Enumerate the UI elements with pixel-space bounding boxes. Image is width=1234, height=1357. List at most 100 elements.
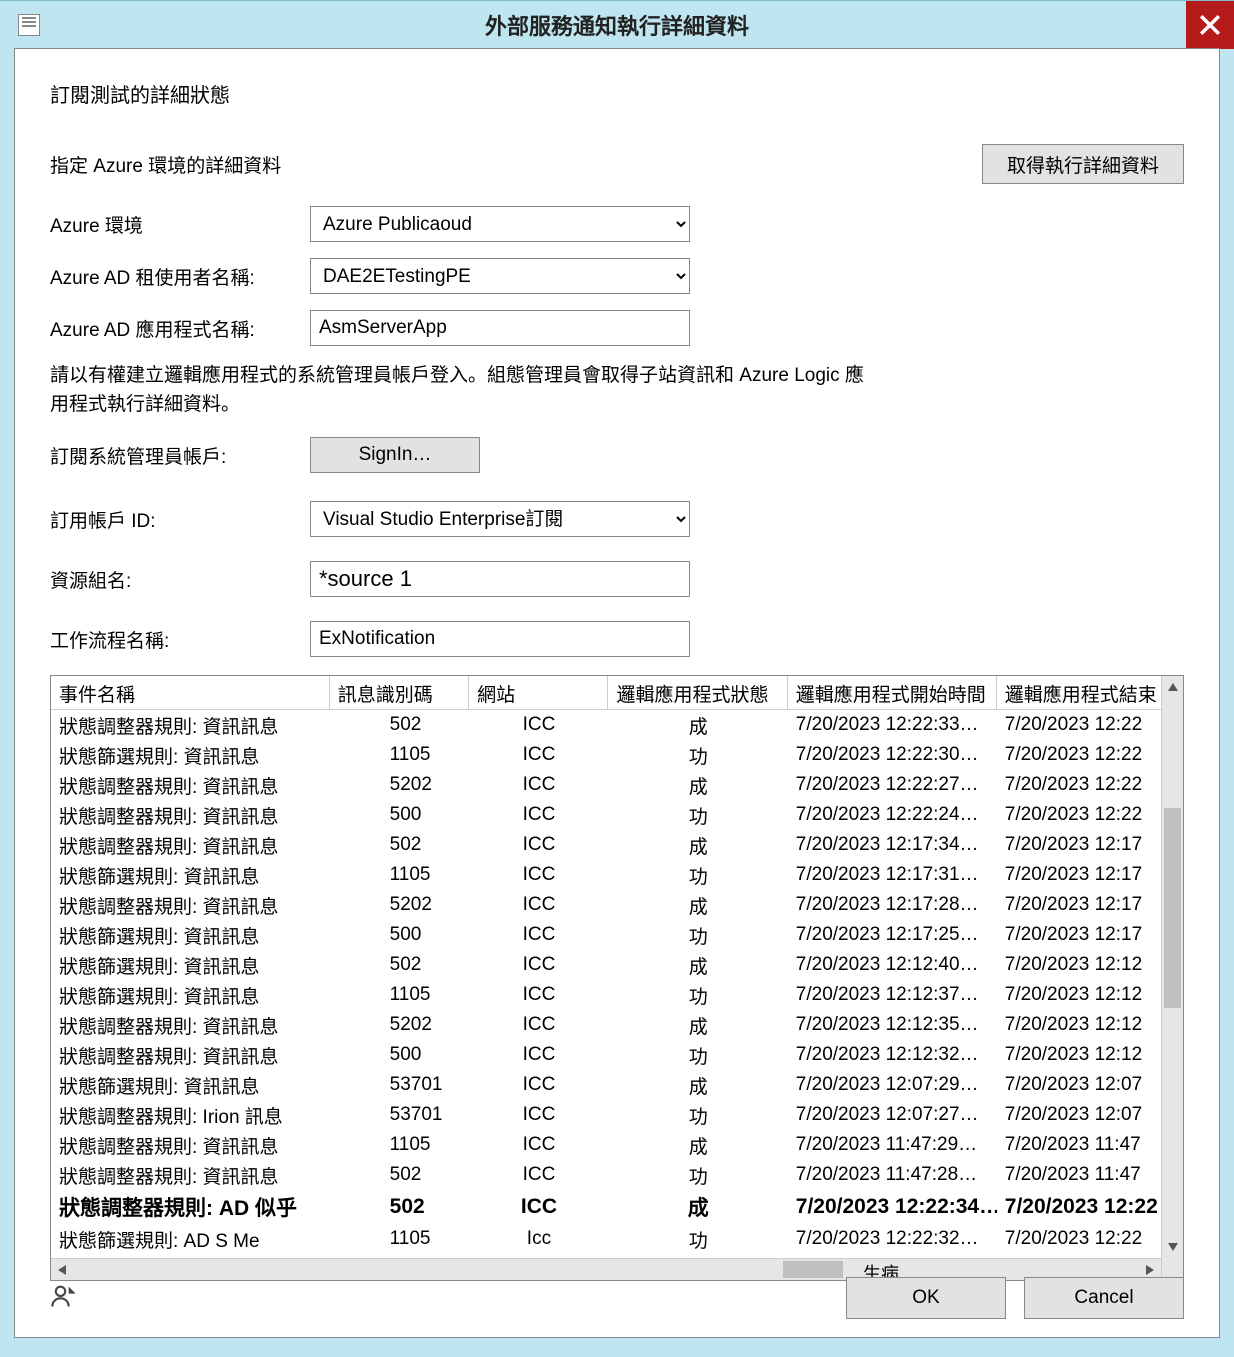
- table-cell: 7/20/2023 12:22:27…: [788, 774, 997, 796]
- col-event-name[interactable]: 事件名稱: [51, 676, 330, 709]
- table-cell: 500: [330, 924, 470, 946]
- table-row[interactable]: 狀態調整器規則: Irion 訊息53701ICC功7/20/2023 12:0…: [51, 1100, 1161, 1130]
- get-details-button[interactable]: 取得執行詳細資料: [982, 144, 1184, 184]
- feedback-icon[interactable]: [50, 1282, 78, 1315]
- tenant-select[interactable]: DAE2ETestingPE: [310, 258, 690, 294]
- table-cell: ICC: [469, 744, 608, 766]
- table-row[interactable]: 狀態調整器規則: 資訊訊息502ICC功7/20/2023 11:47:28…7…: [51, 1160, 1161, 1190]
- table-cell: 500: [330, 1044, 470, 1066]
- table-cell: 5202: [330, 1014, 470, 1036]
- table-cell: ICC: [469, 894, 608, 916]
- col-site[interactable]: 網站: [469, 676, 608, 709]
- tenant-label: Azure AD 租使用者名稱:: [50, 263, 310, 290]
- ok-button[interactable]: OK: [846, 1277, 1006, 1319]
- table-row[interactable]: 狀態調整器規則: 資訊訊息5202ICC成7/20/2023 12:17:28……: [51, 890, 1161, 920]
- table-cell: Icc: [469, 1228, 608, 1250]
- table-cell: 狀態調整器規則: 資訊訊息: [51, 712, 330, 739]
- table-cell: 7/20/2023 12:17:28…: [788, 894, 997, 916]
- col-start-time[interactable]: 邏輯應用程式開始時間: [788, 676, 997, 709]
- table-cell: 狀態篩選規則: 資訊訊息: [51, 922, 330, 949]
- table-cell: 502: [330, 834, 470, 856]
- table-row[interactable]: 狀態調整器規則: 資訊訊息5202ICC成7/20/2023 12:22:27……: [51, 770, 1161, 800]
- table-row[interactable]: 狀態篩選規則: 資訊訊息1105ICC功7/20/2023 12:17:31…7…: [51, 860, 1161, 890]
- table-cell: 500: [330, 804, 470, 826]
- table-row[interactable]: 狀態調整器規則: AD 似乎502ICC成7/20/2023 12:22:34……: [51, 1190, 1161, 1224]
- table-cell: 功: [609, 1102, 788, 1129]
- table-cell: 1105: [330, 1134, 470, 1156]
- table-row[interactable]: 狀態篩選規則: 資訊訊息1105ICC功7/20/2023 12:12:37…7…: [51, 980, 1161, 1010]
- azure-env-select[interactable]: Azure Publicaoud: [310, 206, 690, 242]
- table-cell: 成: [609, 892, 788, 919]
- table-row[interactable]: 狀態篩選規則: 資訊訊息500ICC功7/20/2023 12:17:25…7/…: [51, 920, 1161, 950]
- table-cell: ICC: [469, 864, 608, 886]
- table-cell: 5202: [330, 774, 470, 796]
- table-row[interactable]: 狀態調整器規則: 資訊訊息1105ICC成7/20/2023 11:47:29……: [51, 1130, 1161, 1160]
- scroll-up-arrow[interactable]: [1162, 676, 1183, 698]
- table-cell: 7/20/2023 12:22: [997, 804, 1161, 826]
- scroll-down-arrow[interactable]: [1162, 1236, 1183, 1258]
- table-cell: 7/20/2023 12:22:32…: [788, 1228, 997, 1250]
- table-cell: 狀態篩選規則: 資訊訊息: [51, 1072, 330, 1099]
- vertical-scrollbar[interactable]: [1161, 676, 1183, 1280]
- table-cell: 狀態調整器規則: AD 似乎: [51, 1192, 330, 1222]
- table-cell: ICC: [469, 804, 608, 826]
- col-msg-id[interactable]: 訊息識別碼: [330, 676, 469, 709]
- table-row[interactable]: 狀態調整器規則: 資訊訊息5202ICC成7/20/2023 12:12:35……: [51, 1010, 1161, 1040]
- table-cell: 功: [609, 1042, 788, 1069]
- table-cell: 7/20/2023 12:22:24…: [788, 804, 997, 826]
- workflow-name-input[interactable]: [310, 621, 690, 657]
- table-cell: 功: [609, 1226, 788, 1253]
- table-cell: 狀態調整器規則: 資訊訊息: [51, 1132, 330, 1159]
- table-cell: ICC: [469, 1074, 608, 1096]
- table-cell: 7/20/2023 12:12: [997, 984, 1161, 1006]
- table-row[interactable]: 狀態調整器規則: 資訊訊息502ICC成7/20/2023 12:17:34…7…: [51, 830, 1161, 860]
- app-name-input[interactable]: [310, 310, 690, 346]
- close-button[interactable]: [1186, 1, 1234, 49]
- table-cell: 1105: [330, 744, 470, 766]
- close-icon: [1199, 14, 1221, 36]
- grid-header: 事件名稱 訊息識別碼 網站 邏輯應用程式狀態 邏輯應用程式開始時間 邏輯應用程式…: [51, 676, 1161, 710]
- col-app-status[interactable]: 邏輯應用程式狀態: [608, 676, 787, 709]
- table-cell: 成: [609, 832, 788, 859]
- table-cell: 7/20/2023 12:22:30…: [788, 744, 997, 766]
- signin-button[interactable]: SignIn…: [310, 437, 480, 473]
- table-cell: 53701: [330, 1074, 470, 1096]
- hscroll-thumb[interactable]: [783, 1261, 843, 1278]
- table-cell: 功: [609, 742, 788, 769]
- vscroll-thumb[interactable]: [1164, 808, 1181, 1008]
- table-cell: 502: [330, 714, 470, 736]
- table-row[interactable]: 狀態調整器規則: 資訊訊息500ICC功7/20/2023 12:22:24…7…: [51, 800, 1161, 830]
- results-grid: 事件名稱 訊息識別碼 網站 邏輯應用程式狀態 邏輯應用程式開始時間 邏輯應用程式…: [50, 675, 1184, 1281]
- table-cell: ICC: [469, 1014, 608, 1036]
- table-cell: 狀態篩選規則: 資訊訊息: [51, 862, 330, 889]
- table-cell: ICC: [469, 1134, 608, 1156]
- table-cell: 狀態篩選規則: AD S Me: [51, 1226, 330, 1253]
- table-cell: 7/20/2023 12:12:37…: [788, 984, 997, 1006]
- table-row[interactable]: 狀態篩選規則: 資訊訊息1105ICC功7/20/2023 12:22:30…7…: [51, 740, 1161, 770]
- table-row[interactable]: 狀態篩選規則: 資訊訊息502ICC成7/20/2023 12:12:40…7/…: [51, 950, 1161, 980]
- table-cell: 成: [609, 1192, 788, 1222]
- col-end-time[interactable]: 邏輯應用程式結束: [997, 676, 1161, 709]
- table-cell: 7/20/2023 11:47:29…: [788, 1134, 997, 1156]
- table-cell: ICC: [469, 924, 608, 946]
- table-row[interactable]: 狀態篩選規則: 資訊訊息53701ICC成7/20/2023 12:07:29……: [51, 1070, 1161, 1100]
- resource-group-input[interactable]: [310, 561, 690, 597]
- table-cell: 狀態調整器規則: 資訊訊息: [51, 772, 330, 799]
- table-row[interactable]: 狀態篩選規則: AD S Me1105Icc功7/20/2023 12:22:3…: [51, 1224, 1161, 1254]
- table-row[interactable]: 狀態調整器規則: 資訊訊息500ICC功7/20/2023 12:12:32…7…: [51, 1040, 1161, 1070]
- sub-id-select[interactable]: Visual Studio Enterprise訂閱: [310, 501, 690, 537]
- table-cell: 功: [609, 1162, 788, 1189]
- table-cell: 7/20/2023 12:12:40…: [788, 954, 997, 976]
- sub-id-label: 訂用帳戶 ID:: [50, 506, 310, 533]
- table-cell: 狀態調整器規則: 資訊訊息: [51, 802, 330, 829]
- cancel-button[interactable]: Cancel: [1024, 1277, 1184, 1319]
- table-cell: ICC: [469, 954, 608, 976]
- table-cell: 成: [609, 772, 788, 799]
- table-cell: ICC: [469, 834, 608, 856]
- table-cell: 成: [609, 1132, 788, 1159]
- table-row[interactable]: 狀態調整器規則: 資訊訊息502ICC成7/20/2023 12:22:33…7…: [51, 710, 1161, 740]
- admin-label: 訂閱系統管理員帳戶:: [50, 442, 310, 469]
- table-cell: 7/20/2023 12:22: [997, 714, 1161, 736]
- table-cell: ICC: [469, 1164, 608, 1186]
- table-cell: 7/20/2023 12:22: [997, 744, 1161, 766]
